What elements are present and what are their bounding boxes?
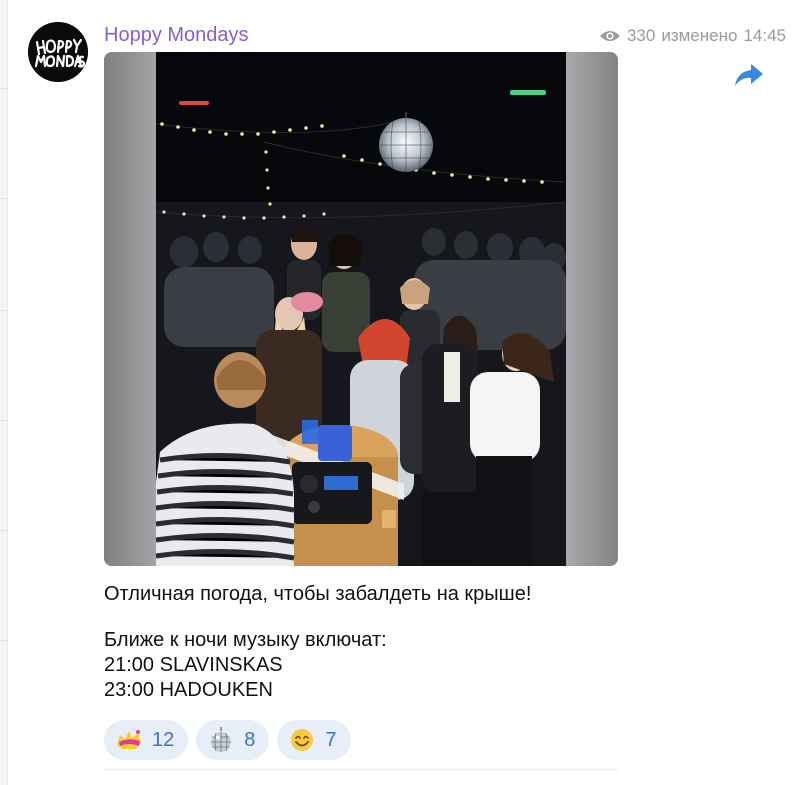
reaction-hype[interactable]: 12 xyxy=(104,720,189,760)
edited-label: изменено xyxy=(661,26,738,45)
rail-divider xyxy=(0,420,8,421)
message-divider xyxy=(104,769,618,770)
chat-list-edge xyxy=(0,0,8,785)
smiling-face-icon xyxy=(291,729,314,751)
post-text-line: 23:00 HADOUKEN xyxy=(104,679,273,701)
eye-icon xyxy=(599,31,620,41)
post-meta: 330 изменено 14:45 xyxy=(599,26,786,46)
rail-divider xyxy=(0,88,8,89)
post-text-line: Ближе к ночи музыку включат: xyxy=(104,629,387,651)
channel-name[interactable]: Hoppy Mondays xyxy=(104,24,249,47)
post-time: 14:45 xyxy=(743,26,786,45)
channel-avatar[interactable] xyxy=(28,22,88,82)
post-text: Отличная погода, чтобы забалдеть на крыш… xyxy=(104,582,531,703)
view-count: 330 xyxy=(626,26,656,45)
rail-divider xyxy=(0,310,8,311)
post-text-line: 21:00 SLAVINSKAS xyxy=(104,654,283,676)
reaction-count: 12 xyxy=(152,728,175,751)
hype-sticker-icon xyxy=(117,730,141,749)
reaction-smile[interactable]: 7 xyxy=(277,720,351,760)
reaction-disco-ball[interactable]: 8 xyxy=(196,720,270,760)
reaction-count: 7 xyxy=(325,728,337,751)
rail-divider xyxy=(0,530,8,531)
post-text-line: Отличная погода, чтобы забалдеть на крыш… xyxy=(104,583,532,605)
share-icon[interactable] xyxy=(733,60,765,90)
disco-ball-icon xyxy=(211,727,232,752)
post-text-blank-line xyxy=(104,607,531,628)
rail-divider xyxy=(0,640,8,641)
party-photo-image xyxy=(104,52,618,566)
reaction-count: 8 xyxy=(244,728,256,751)
post-photo[interactable] xyxy=(104,52,618,566)
reactions-bar: 12 8 7 xyxy=(104,720,351,760)
rail-divider xyxy=(0,198,8,199)
hoppy-mondays-logo-icon xyxy=(28,22,88,82)
